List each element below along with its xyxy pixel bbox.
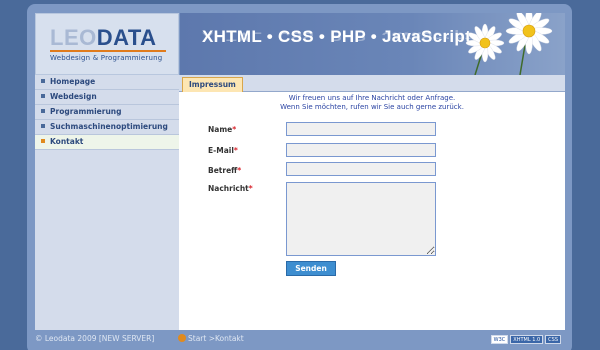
- logo[interactable]: LEODATA Webdesign & Programmierung: [35, 13, 179, 75]
- tab-bar: Impressum: [179, 75, 565, 92]
- intro-text: Wir freuen uns auf Ihre Nachricht oder A…: [280, 94, 464, 111]
- xhtml-badge[interactable]: XHTML 1.0: [510, 335, 544, 344]
- email-field[interactable]: [286, 143, 436, 157]
- subject-field[interactable]: [286, 162, 436, 176]
- sidebar-item-homepage[interactable]: Homepage: [35, 75, 179, 90]
- footer: © Leodata 2009 [NEW SERVER] Start >Konta…: [35, 333, 565, 345]
- breadcrumb[interactable]: Start >Kontakt: [178, 334, 244, 343]
- css-badge[interactable]: CSS: [545, 335, 561, 344]
- send-button[interactable]: Senden: [286, 261, 336, 276]
- tab-impressum[interactable]: Impressum: [182, 77, 243, 92]
- validator-badges: W3C XHTML 1.0 CSS: [489, 334, 561, 344]
- daisy-flowers-image: [465, 13, 553, 75]
- logo-subtitle: Webdesign & Programmierung: [50, 54, 163, 62]
- w3c-badge[interactable]: W3C: [490, 335, 509, 344]
- square-bullet-icon: [41, 124, 45, 128]
- square-bullet-icon: [41, 109, 45, 113]
- footer-copyright: © Leodata 2009 [NEW SERVER]: [35, 334, 155, 343]
- logo-wordmark: LEODATA: [50, 25, 157, 50]
- square-bullet-icon: [41, 139, 45, 143]
- banner-title-reflection: XHTML • CSS • PHP • JavaScript: [202, 29, 472, 43]
- square-bullet-icon: [41, 79, 45, 83]
- square-bullet-icon: [41, 94, 45, 98]
- main-content: Impressum Wir freuen uns auf Ihre Nachri…: [179, 75, 565, 330]
- sidebar-item-webdesign[interactable]: Webdesign: [35, 90, 179, 105]
- sidebar-item-programmierung[interactable]: Programmierung: [35, 105, 179, 120]
- subject-label: Betreff*: [208, 166, 242, 175]
- message-label: Nachricht*: [208, 184, 253, 193]
- message-textarea[interactable]: [286, 182, 436, 256]
- sidebar-nav: Homepage Webdesign Programmierung Suchma…: [35, 75, 179, 330]
- home-icon: [178, 334, 186, 342]
- name-field[interactable]: [286, 122, 436, 136]
- header-banner: XHTML • CSS • PHP • JavaScript XHTML • C…: [180, 13, 565, 75]
- email-label: E-Mail*: [208, 146, 238, 155]
- logo-underline: [50, 50, 166, 52]
- name-label: Name*: [208, 125, 237, 134]
- sidebar-item-suchmaschinenoptimierung[interactable]: Suchmaschinenoptimierung: [35, 120, 179, 135]
- sidebar-item-kontakt[interactable]: Kontakt: [35, 135, 179, 150]
